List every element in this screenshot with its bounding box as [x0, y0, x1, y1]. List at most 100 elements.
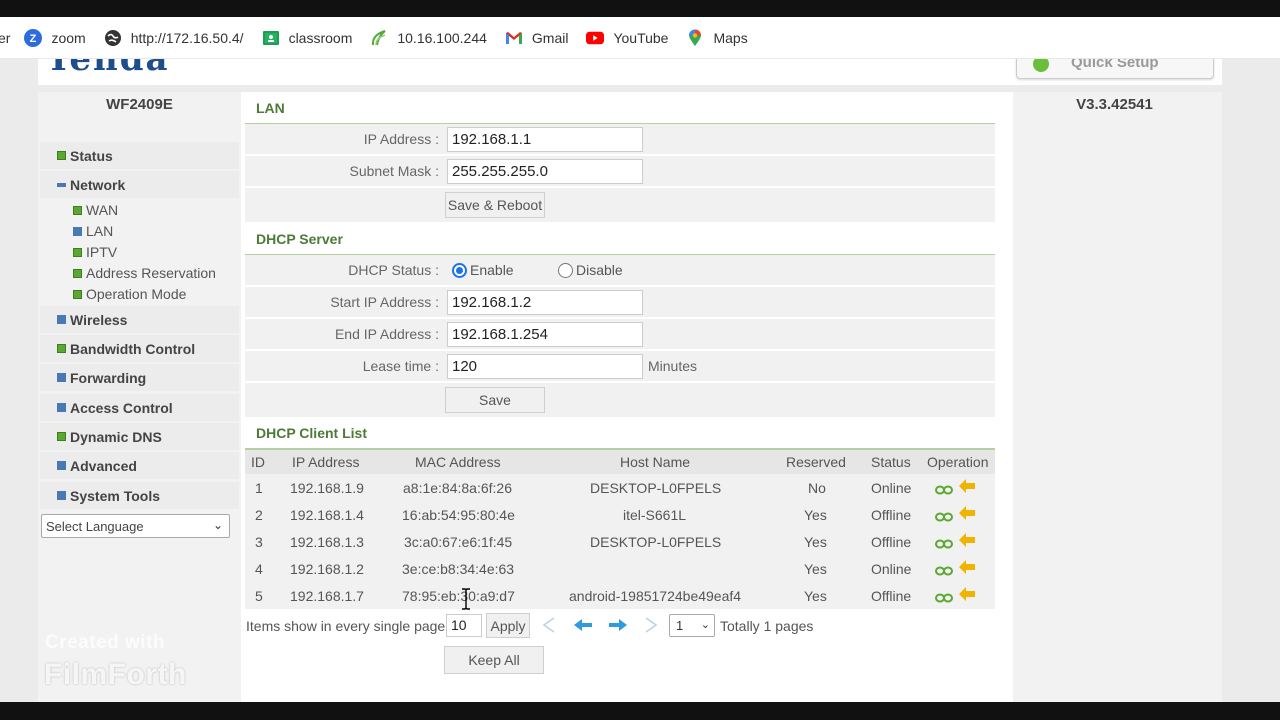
cell-reserved: Yes: [804, 507, 827, 523]
page-size-input[interactable]: 10: [446, 614, 482, 637]
quick-setup-label: Quick Setup: [1071, 59, 1159, 71]
bookmark-youtube[interactable]: YouTube: [586, 29, 668, 47]
bookmark-label: 10.16.100.244: [397, 29, 487, 46]
link-icon[interactable]: [935, 509, 953, 522]
cell-reserved: Yes: [804, 561, 827, 577]
right-panel: V3.3.42541: [1013, 92, 1222, 702]
sidebar-item-dynamic-dns[interactable]: Dynamic DNS: [40, 423, 239, 450]
keep-all-button[interactable]: Keep All: [444, 646, 544, 674]
bookmark-maps[interactable]: Maps: [686, 29, 748, 47]
save-button[interactable]: Save: [445, 387, 545, 413]
cell-status: Online: [871, 561, 912, 577]
sidebar-sub-iptv[interactable]: IPTV: [73, 244, 117, 260]
prev-page-icon[interactable]: [573, 616, 593, 634]
bookmark-ip-2[interactable]: 10.16.100.244: [370, 29, 487, 47]
globe-icon: [104, 29, 122, 47]
lease-time-input[interactable]: 120: [447, 354, 643, 379]
bookmark-label: http://172.16.50.4/: [130, 29, 244, 46]
sidebar-item-label: Access Control: [70, 399, 173, 416]
sidebar-item-network[interactable]: Network: [40, 171, 239, 198]
watermark-line1: Created with: [45, 632, 166, 653]
next-page-icon[interactable]: [608, 616, 628, 634]
end-ip-input[interactable]: 192.168.1.254: [447, 322, 643, 347]
cell-mac: a8:1e:84:8a:6f:26: [403, 480, 512, 496]
bookmark-gmail[interactable]: Gmail: [505, 29, 569, 47]
dhcp-enable-radio[interactable]: Enable: [452, 262, 514, 278]
green-square-icon: [73, 247, 82, 257]
sidebar-item-wireless[interactable]: Wireless: [40, 306, 239, 333]
arrow-left-icon[interactable]: [959, 506, 975, 520]
arrow-left-icon[interactable]: [959, 560, 975, 574]
cell-status: Online: [871, 480, 912, 496]
first-page-icon[interactable]: [539, 616, 559, 634]
cell-ip: 192.168.1.3: [290, 534, 364, 550]
last-page-icon[interactable]: [641, 616, 661, 634]
grid-icon: [57, 315, 66, 324]
cell-mac: 3e:ce:b8:34:4e:63: [402, 561, 515, 577]
green-square-icon: [73, 289, 82, 299]
table-header: ID IP Address MAC Address Host Name Rese…: [245, 450, 995, 474]
section-title-client-list: DHCP Client List: [256, 425, 367, 441]
sidebar-item-label: Dynamic DNS: [70, 428, 162, 445]
lease-unit: Minutes: [648, 358, 698, 374]
quick-setup-button[interactable]: Quick Setup: [1016, 59, 1214, 79]
sidebar-item-forwarding[interactable]: Forwarding: [40, 364, 239, 391]
link-icon[interactable]: [935, 536, 953, 549]
link-icon[interactable]: [935, 482, 953, 495]
bookmark-router-ip[interactable]: http://172.16.50.4/: [104, 29, 244, 47]
svg-text:Z: Z: [30, 33, 37, 45]
maps-icon: [686, 29, 704, 47]
sidebar-item-bandwidth-control[interactable]: Bandwidth Control: [40, 335, 239, 362]
section-title-dhcp-server: DHCP Server: [256, 231, 343, 247]
pager-label: Items show in every single page: [246, 618, 446, 634]
blue-square-icon: [73, 226, 82, 236]
bookmark-zoom[interactable]: Z zoom: [24, 28, 86, 47]
sidebar-item-advanced[interactable]: Advanced: [40, 452, 239, 479]
arrow-left-icon[interactable]: [959, 533, 975, 547]
sidebar-item-status[interactable]: Status: [40, 142, 239, 169]
sidebar: WF2409E Status Network WAN LAN IPTV Addr…: [38, 92, 241, 702]
lan-button-row: Save & Reboot: [245, 188, 995, 222]
sidebar-sub-operation-mode[interactable]: Operation Mode: [73, 286, 186, 302]
sidebar-item-label: Advanced: [70, 457, 137, 474]
sidebar-item-system-tools[interactable]: System Tools: [40, 482, 239, 509]
page-number-select[interactable]: 1 ⌄: [669, 614, 715, 637]
green-square-icon: [73, 205, 82, 215]
cell-id: 4: [255, 561, 263, 577]
dhcp-disable-radio[interactable]: Disable: [558, 262, 623, 278]
link-icon[interactable]: [935, 563, 953, 576]
save-reboot-button[interactable]: Save & Reboot: [445, 192, 545, 218]
lan-ip-input[interactable]: 192.168.1.1: [447, 127, 643, 152]
start-ip-input[interactable]: 192.168.1.2: [447, 290, 643, 315]
enable-label: Enable: [470, 262, 514, 278]
subnet-mask-input[interactable]: 255.255.255.0: [447, 159, 643, 184]
chevron-down-icon: ⌄: [212, 518, 223, 532]
bookmark-cut-off[interactable]: er: [0, 30, 10, 46]
sidebar-item-label: Wireless: [70, 311, 128, 328]
green-square-icon: [57, 344, 66, 353]
bookmark-label: er: [0, 29, 11, 46]
table-row: 4 192.168.1.2 3e:ce:b8:34:4e:63 Yes Onli…: [245, 555, 995, 582]
cell-ip: 192.168.1.7: [290, 588, 364, 604]
zoom-icon: Z: [24, 28, 43, 47]
grid-icon: [57, 491, 66, 500]
sidebar-item-access-control[interactable]: Access Control: [40, 394, 239, 421]
sidebar-item-label: Network: [70, 176, 126, 193]
gmail-icon: [505, 29, 523, 47]
apply-button[interactable]: Apply: [486, 613, 530, 638]
sidebar-sub-address-reservation[interactable]: Address Reservation: [73, 265, 216, 281]
link-icon[interactable]: [935, 590, 953, 603]
bookmark-label: Gmail: [531, 29, 569, 46]
cell-status: Offline: [871, 534, 912, 550]
dhcp-status-label: DHCP Status :: [348, 262, 439, 278]
green-square-icon: [57, 432, 66, 441]
bookmark-classroom[interactable]: classroom: [262, 29, 352, 47]
language-select[interactable]: Select Language ⌄: [41, 514, 230, 538]
arrow-left-icon[interactable]: [959, 479, 975, 493]
arrow-left-icon[interactable]: [959, 587, 975, 601]
green-square-icon: [73, 268, 82, 278]
subnet-mask-label: Subnet Mask :: [349, 163, 440, 179]
sidebar-sub-lan[interactable]: LAN: [73, 223, 113, 239]
cell-id: 5: [255, 588, 263, 604]
sidebar-sub-wan[interactable]: WAN: [73, 202, 118, 218]
